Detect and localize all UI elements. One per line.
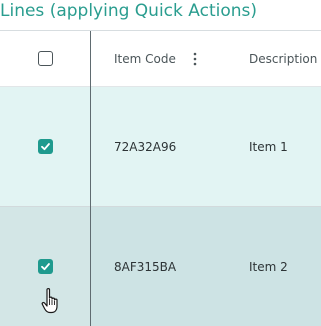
select-all-cell	[0, 31, 90, 86]
column-divider	[90, 31, 91, 326]
row-select-cell	[0, 87, 90, 206]
select-all-checkbox[interactable]	[37, 51, 53, 66]
item-code-cell: 8AF315BA	[114, 259, 177, 274]
description-cell: Item 2	[249, 259, 288, 274]
column-header-description[interactable]: Description	[249, 31, 317, 87]
table-row[interactable]: 72A32A96 Item 1	[0, 87, 321, 207]
lines-table: Item Code Description 72A32A96 Item 1 8A…	[0, 30, 321, 326]
table-row[interactable]: 8AF315BA Item 2	[0, 207, 321, 326]
row-checkbox[interactable]	[37, 139, 53, 154]
checkmark-icon	[40, 143, 50, 151]
row-checkbox[interactable]	[37, 259, 53, 274]
column-menu-icon[interactable]	[192, 51, 198, 67]
table-header: Item Code Description	[0, 31, 321, 87]
column-header-item-code[interactable]: Item Code	[114, 31, 176, 87]
item-code-cell: 72A32A96	[114, 139, 177, 154]
description-cell: Item 1	[249, 139, 288, 154]
hand-pointer-icon	[41, 288, 58, 314]
checkmark-icon	[40, 263, 50, 271]
section-title: Lines (applying Quick Actions)	[0, 1, 258, 21]
